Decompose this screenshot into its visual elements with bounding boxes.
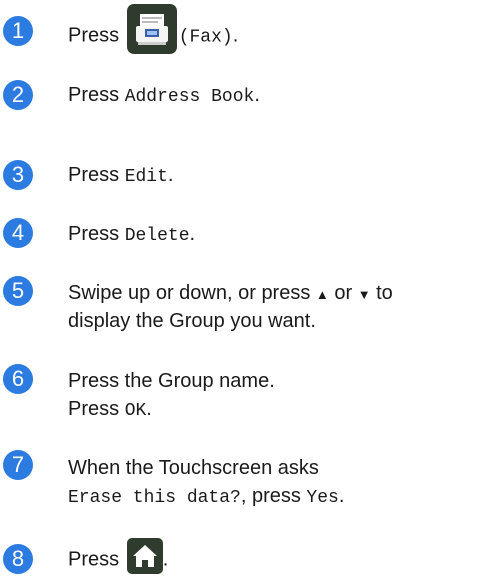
fax-icon [126,4,177,54]
edit-code: Edit [124,167,168,187]
step-number-badge: 1 [3,16,33,46]
erase-data-code: Erase this data? [68,488,241,508]
step-number-badge: 4 [3,218,33,248]
period-text: . [146,398,152,420]
down-arrow-icon: ▼ [357,287,371,302]
step-label: Press [68,84,125,106]
period-text: . [338,485,345,507]
step-text: Press Address Book. [68,82,260,110]
step-text-line-2: Erase this data?, press Yes. [68,483,344,511]
period-text: . [162,548,169,571]
step-text: Press Delete. [68,221,195,249]
address-book-code: Address Book [124,87,255,107]
step-text: Press Edit. [68,162,173,190]
period-text: . [167,164,174,186]
or-text: or [328,282,358,304]
step-text-line-2: display the Group you want. [68,310,316,332]
period-text: . [254,84,260,106]
step-label: Press [68,398,125,420]
step-text-line-1: When the Touchscreen asks [68,457,319,479]
step-number-badge: 6 [3,364,33,394]
step-label: Press [68,164,125,186]
period-text: . [189,223,196,245]
step-number-badge: 7 [3,450,33,480]
step-text: Press . [68,538,169,574]
ok-code: OK [124,401,147,421]
step-label: Press [68,548,125,571]
period-text: . [232,24,239,47]
step-text-line-2: Press OK. [68,396,152,424]
swipe-text: Swipe up or down, or press [68,282,316,304]
up-arrow-icon: ▲ [315,287,329,302]
yes-code: Yes [306,488,339,508]
step-number-badge: 2 [3,80,33,110]
step-label: Press [68,223,125,245]
step-text-line-1: Swipe up or down, or press ▲ or ▼ to [68,280,393,308]
step-text-line-1: Press the Group name. [68,370,275,392]
fax-code-text: (Fax) [178,27,233,48]
step-number-badge: 3 [3,160,33,190]
step-number-badge: 8 [3,544,33,574]
to-text: to [370,282,393,304]
step-number-badge: 5 [3,276,33,306]
home-icon [126,538,163,574]
delete-code: Delete [124,226,190,246]
press-text: , press [240,485,307,507]
step-label: Press [68,24,125,47]
step-text: Press (Fax). [68,4,239,54]
